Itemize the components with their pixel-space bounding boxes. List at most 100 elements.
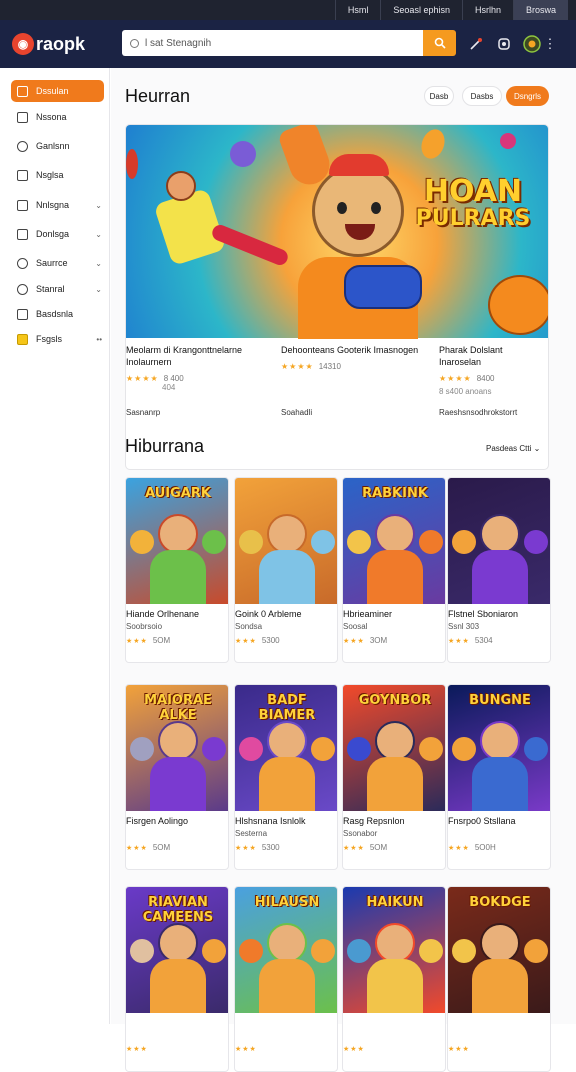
sidebar-item-7[interactable]: Saurrce ⌄ xyxy=(11,252,104,274)
game-art: RABKINK xyxy=(343,478,445,604)
house-icon xyxy=(17,199,28,211)
game-art-title: HAIKUN xyxy=(366,895,424,910)
rating-stars-icon: ★★★ xyxy=(448,637,470,645)
sort-label: Pasdeas Ctti xyxy=(486,444,532,453)
sidebar-item-6[interactable]: Donlsga ⌄ xyxy=(11,223,104,245)
sidebar-item-9[interactable]: Basdsnla xyxy=(11,303,104,325)
game-card[interactable]: BADF BIAMER Hlshsnana Isnlolk Sesterna ★★★ 5… xyxy=(234,684,338,870)
game-rating: ★★★ 3OM xyxy=(343,636,387,645)
featured-col-1[interactable]: Meolarm di Krangonttnelarne Inolaurnern … xyxy=(126,344,266,417)
filter-pill-2[interactable]: Dasbs xyxy=(462,86,502,106)
sidebar-item-8[interactable]: Stanral ⌄ xyxy=(11,278,104,300)
search-placeholder: l sat Stenagnih xyxy=(145,37,212,49)
game-card[interactable]: RABKINK Hbrieaminer Soosal ★★★ 3OM xyxy=(342,477,446,663)
featured-col-title: Pharak Dolslant Inaroselan xyxy=(439,345,503,367)
rating-stars-icon: ★★★ xyxy=(126,1046,148,1053)
rating-stars-icon: ★★★ xyxy=(448,844,470,852)
featured-col-footer: Sasnanrp xyxy=(126,408,161,417)
search-button[interactable] xyxy=(423,30,456,56)
sidebar-item-1[interactable]: Dssulan xyxy=(11,80,104,102)
game-art: AUIGARK xyxy=(126,478,228,604)
rating-stars-icon: ★★★ xyxy=(343,844,365,852)
search-bar: l sat Stenagnih xyxy=(122,30,456,56)
rating-stars-icon: ★★★ xyxy=(343,1046,365,1053)
game-card[interactable]: MAIORAE ALKE Fisrgen Aolingo ★★★ 5OM xyxy=(125,684,229,870)
chevron-down-icon: ⌄ xyxy=(95,258,102,268)
sidebar-item-10[interactable]: Fsgsls •• xyxy=(11,328,104,350)
sidebar-item-label: Donlsga xyxy=(36,229,70,239)
filter-pill-1[interactable]: Dasb xyxy=(424,86,454,106)
sidebar-item-3[interactable]: Ganlsnn xyxy=(11,135,104,157)
home-icon xyxy=(17,85,28,97)
game-subtitle: Soosal xyxy=(343,622,368,631)
game-card[interactable]: Goink 0 Arbleme Sondsa ★★★ 5300 xyxy=(234,477,338,663)
top-link-4[interactable]: Broswa xyxy=(512,0,568,20)
game-rating-count: 3OM xyxy=(369,636,388,645)
rating-count: 14310 xyxy=(318,362,341,371)
runner-head xyxy=(166,171,196,201)
game-art xyxy=(235,478,337,604)
game-art: HAIKUN xyxy=(343,887,445,1013)
profile-avatar-icon[interactable] xyxy=(522,34,542,54)
game-art: RIAVIAN CAMEENS xyxy=(126,887,228,1013)
game-card[interactable]: AUIGARK Hiande Orlhenane Soobrsoio ★★★ 5OM xyxy=(125,477,229,663)
search-input[interactable]: l sat Stenagnih xyxy=(122,30,423,56)
game-subtitle: Ssnl 303 xyxy=(448,622,480,631)
grid-icon xyxy=(17,111,28,123)
more-menu-icon[interactable]: ⋮ xyxy=(544,34,557,54)
top-link-3[interactable]: Hsrlhn xyxy=(461,0,513,20)
game-card[interactable]: BUNGNE Fnsrpo0 Stsllana ★★★ 5O0H xyxy=(447,684,551,870)
logo-mark-icon: ◉ xyxy=(12,33,34,55)
rating-count: 8 400 xyxy=(163,374,184,383)
game-rating: ★★★ 5OM xyxy=(126,636,170,645)
tag-icon xyxy=(17,140,28,152)
game-card[interactable]: Flstnel Sboniaron Ssnl 303 ★★★ 5304 xyxy=(447,477,551,663)
game-art-title: RABKINK xyxy=(362,486,428,501)
filter-pill-3[interactable]: Dsngrls xyxy=(506,86,549,106)
game-card[interactable]: HILAUSN ★★★ xyxy=(234,886,338,1072)
featured-col-title: Meolarm di Krangonttnelarne Inolaurnern xyxy=(126,345,243,367)
game-rating-count: 5300 xyxy=(261,636,280,645)
game-art: GOYNBOR xyxy=(343,685,445,811)
game-art-title: BUNGNE xyxy=(469,693,531,708)
top-link-1[interactable]: Hsml xyxy=(334,0,381,20)
more-icon: •• xyxy=(96,334,102,344)
game-card[interactable]: RIAVIAN CAMEENS ★★★ xyxy=(125,886,229,1072)
featured-card[interactable]: HOAN PULRARS Meolarm di Krangonttnelarne… xyxy=(125,124,549,470)
game-card[interactable]: GOYNBOR Rasg Repsnlon Ssonabor ★★★ 5OM xyxy=(342,684,446,870)
game-rating-count: 5OM xyxy=(152,636,171,645)
game-subtitle: Ssonabor xyxy=(343,829,378,838)
top-link-2[interactable]: Seoasl ephisn xyxy=(380,0,462,20)
rating-stars-icon: ★★★ xyxy=(235,637,257,645)
sidebar-item-label: Nsglsa xyxy=(36,170,64,180)
featured-col-title: Dehoonteans Gooterik Imasnogen xyxy=(281,345,419,355)
search-icon xyxy=(130,38,139,48)
logo[interactable]: ◉ raopk xyxy=(12,33,116,55)
chevron-down-icon: ⌄ xyxy=(95,284,102,294)
featured-col-3[interactable]: Pharak Dolslant Inaroselan ★★★★ 8400 8 s4… xyxy=(439,344,547,417)
game-card[interactable]: BOKDGE ★★★ xyxy=(447,886,551,1072)
game-rating: ★★★ 5304 xyxy=(448,636,493,645)
chevron-down-icon: ⌄ xyxy=(95,229,102,239)
sidebar-item-2[interactable]: Nssona xyxy=(11,106,104,128)
sidebar-item-4[interactable]: Nsglsa xyxy=(11,164,104,186)
game-art: BOKDGE xyxy=(448,887,550,1013)
doc-icon xyxy=(17,228,28,240)
game-name: Rasg Repsnlon xyxy=(343,816,405,826)
game-rating: ★★★ xyxy=(126,1045,153,1053)
sidebar-item-5[interactable]: Nnlsgna ⌄ xyxy=(11,194,104,216)
featured-col-footer: Raeshsnsodhrokstorrt xyxy=(439,408,518,417)
source-icon xyxy=(17,257,28,269)
rating-stars: ★★★★ xyxy=(126,374,159,383)
sort-dropdown[interactable]: Pasdeas Ctti ⌄ xyxy=(486,444,540,453)
sidebar-item-label: Saurrce xyxy=(36,258,68,268)
main-content: Heurran Dasb Dasbs Dsngrls HOAN PULRARS … xyxy=(111,68,576,1072)
account-icon[interactable] xyxy=(494,34,514,54)
game-name: Fisrgen Aolingo xyxy=(126,816,189,826)
game-rating: ★★★ 5300 xyxy=(235,636,280,645)
game-rating: ★★★ xyxy=(448,1045,475,1053)
game-card[interactable]: HAIKUN ★★★ xyxy=(342,886,446,1072)
wand-icon[interactable] xyxy=(466,34,486,54)
game-name: Fnsrpo0 Stsllana xyxy=(448,816,516,826)
featured-col-2[interactable]: Dehoonteans Gooterik Imasnogen ★★★★ 14310… xyxy=(281,344,421,417)
